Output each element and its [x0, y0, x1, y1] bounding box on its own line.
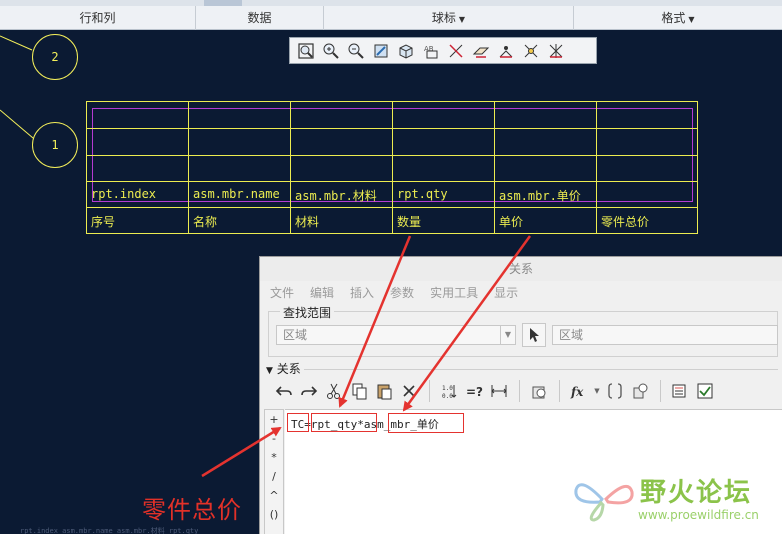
column-divider	[596, 102, 597, 233]
dialog-menubar: 文件 编辑 插入 参数 实用工具 显示	[260, 281, 782, 303]
annotation-callout: 零件总价	[142, 496, 242, 524]
svg-text:1.0: 1.0	[442, 385, 453, 392]
check-icon[interactable]	[693, 379, 717, 403]
scope-type-select[interactable]: 区域 ▼	[276, 325, 516, 345]
column-divider	[494, 102, 495, 233]
parameters-icon[interactable]	[603, 379, 627, 403]
dialog-title: 关系	[260, 257, 782, 281]
select-object-button[interactable]	[522, 323, 546, 347]
header-cell[interactable]: 名称	[193, 213, 217, 230]
collapse-triangle-icon[interactable]: ▼	[266, 366, 273, 376]
highlight-box-qty	[311, 413, 377, 432]
watermark-url: www.proewildfire.cn	[638, 508, 759, 522]
toolbar-separator	[519, 380, 520, 402]
param-cell[interactable]: asm.mbr.name	[193, 187, 280, 201]
column-divider	[188, 102, 189, 233]
row-divider	[87, 155, 697, 156]
svg-text:=?: =?	[466, 385, 483, 399]
balloon-2-label: 2	[51, 50, 59, 64]
menu-edit[interactable]: 编辑	[310, 284, 334, 301]
cut-icon[interactable]	[322, 379, 346, 403]
scope-object-value: 区域	[559, 328, 584, 342]
header-cell[interactable]: 数量	[397, 213, 421, 230]
locally-defined-icon[interactable]	[628, 379, 652, 403]
operator-multiply[interactable]: *	[265, 448, 283, 467]
highlight-box-price	[388, 413, 464, 433]
paste-icon[interactable]	[372, 379, 396, 403]
relations-toolbar: 1.0 0.0 =? fx ▼	[272, 376, 777, 406]
toolbar-separator	[660, 380, 661, 402]
svg-text:0.0: 0.0	[442, 393, 453, 400]
svg-text:fx: fx	[570, 385, 584, 399]
verify-icon[interactable]	[527, 379, 551, 403]
toolbar-separator	[429, 380, 430, 402]
watermark-name: 野火论坛	[640, 478, 753, 508]
cursor-arrow-icon	[530, 328, 539, 342]
scope-object-field[interactable]: 区域	[552, 325, 778, 345]
header-cell[interactable]: 单价	[499, 213, 523, 230]
row-divider	[87, 128, 697, 129]
header-cell[interactable]: 材料	[295, 213, 319, 230]
balloon-2[interactable]: 2	[32, 34, 78, 80]
row-divider	[87, 207, 697, 208]
header-cell[interactable]: 零件总价	[601, 213, 649, 230]
search-scope-label: 查找范围	[280, 304, 335, 321]
chevron-down-icon[interactable]: ▼	[592, 379, 602, 403]
chevron-down-icon[interactable]: ▼	[500, 326, 515, 344]
forum-watermark: 野火论坛 www.proewildfire.cn	[572, 470, 777, 526]
faint-drawing-text: rpt.index asm.mbr.name asm.mbr.材料 rpt.qt…	[20, 527, 199, 534]
menu-parameters[interactable]: 参数	[390, 284, 414, 301]
section-divider	[304, 369, 778, 370]
delete-icon[interactable]	[397, 379, 421, 403]
operator-plus[interactable]: +	[265, 410, 283, 429]
relations-section-label: 关系	[276, 362, 301, 376]
operator-column: + - * / ^ ()	[264, 409, 284, 534]
redo-icon[interactable]	[297, 379, 321, 403]
balloon-1-label: 1	[51, 138, 59, 152]
param-cell[interactable]: rpt.qty	[397, 187, 448, 201]
bom-table[interactable]: rpt.index asm.mbr.name asm.mbr.材料 rpt.qt…	[86, 101, 698, 234]
column-divider	[290, 102, 291, 233]
row-divider	[87, 181, 697, 182]
menu-display[interactable]: 显示	[494, 284, 518, 301]
highlight-box-lhs	[287, 413, 309, 432]
operator-parens[interactable]: ()	[265, 505, 283, 524]
butterfly-logo-icon	[574, 483, 634, 522]
operator-power[interactable]: ^	[265, 486, 283, 505]
balloon-1[interactable]: 1	[32, 122, 78, 168]
evaluate-icon[interactable]: =?	[462, 379, 486, 403]
insert-dimension-icon[interactable]	[487, 379, 511, 403]
header-cell[interactable]: 序号	[91, 213, 115, 230]
param-cell[interactable]: asm.mbr.单价	[499, 187, 581, 204]
param-cell[interactable]: asm.mbr.材料	[295, 187, 377, 204]
menu-file[interactable]: 文件	[270, 284, 294, 301]
scope-type-value: 区域	[283, 328, 308, 342]
relations-section-header[interactable]: ▼ 关系	[266, 360, 301, 377]
show-dimensions-icon[interactable]	[668, 379, 692, 403]
menu-utilities[interactable]: 实用工具	[430, 284, 478, 301]
function-icon[interactable]: fx	[567, 379, 591, 403]
operator-minus[interactable]: -	[265, 429, 283, 448]
copy-icon[interactable]	[347, 379, 371, 403]
menu-insert[interactable]: 插入	[350, 284, 374, 301]
toolbar-separator	[559, 380, 560, 402]
column-divider	[392, 102, 393, 233]
operator-divide[interactable]: /	[265, 467, 283, 486]
param-cell[interactable]: rpt.index	[91, 187, 156, 201]
undo-icon[interactable]	[272, 379, 296, 403]
sort-relations-icon[interactable]: 1.0 0.0	[437, 379, 461, 403]
